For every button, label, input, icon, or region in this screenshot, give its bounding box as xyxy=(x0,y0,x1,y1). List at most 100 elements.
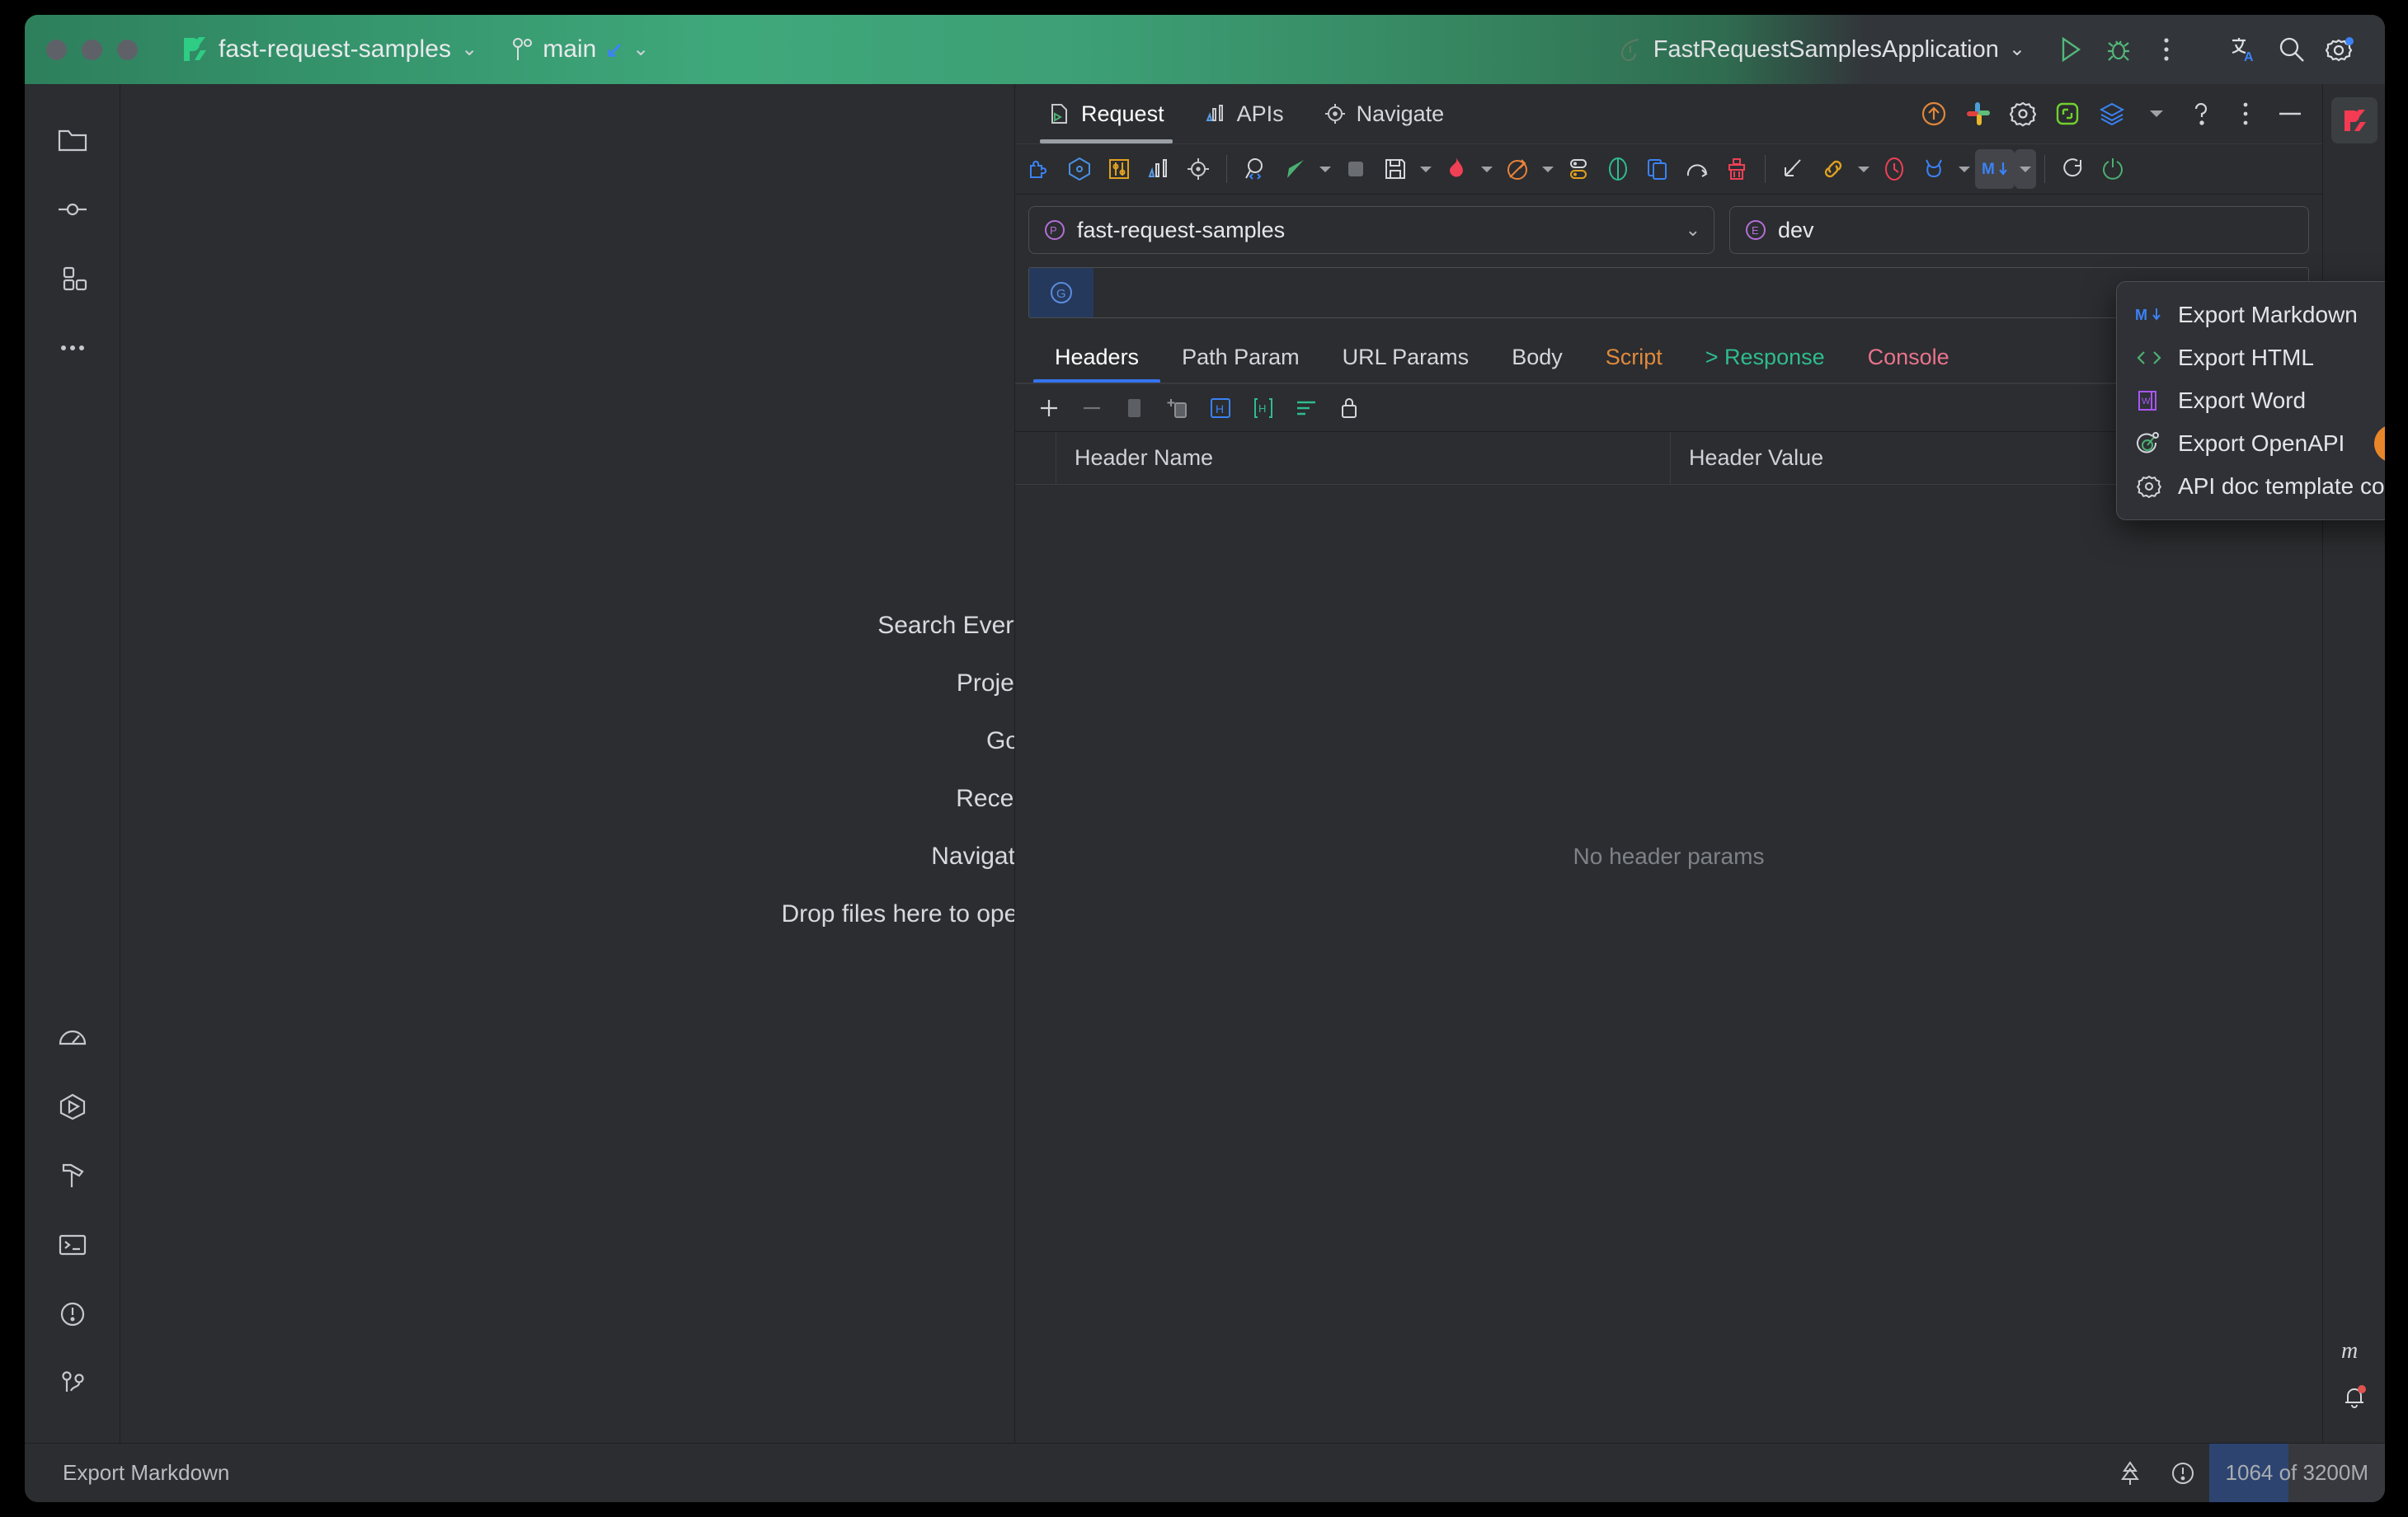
edit-row-icon[interactable] xyxy=(1116,389,1154,427)
import-icon[interactable] xyxy=(1774,149,1813,189)
sliders-icon[interactable] xyxy=(1099,149,1139,189)
format-icon[interactable] xyxy=(1287,389,1325,427)
chevron-down-icon[interactable] xyxy=(1476,149,1498,189)
save-icon[interactable] xyxy=(1376,149,1415,189)
slack-icon[interactable] xyxy=(1958,93,1999,134)
bell-icon[interactable] xyxy=(2331,1374,2377,1420)
tab-apis[interactable]: APIs xyxy=(1184,84,1304,143)
chevron-down-icon[interactable] xyxy=(1415,149,1437,189)
more-vertical-icon[interactable] xyxy=(2225,93,2266,134)
chevron-down-icon[interactable] xyxy=(2136,93,2177,134)
tab-script[interactable]: Script xyxy=(1584,330,1684,384)
flame-icon[interactable] xyxy=(1437,149,1476,189)
sidebar-item-more[interactable] xyxy=(46,322,99,374)
fast-request-icon[interactable] xyxy=(2331,97,2377,143)
tab-response[interactable]: > Response xyxy=(1684,330,1846,384)
run-configuration-selector[interactable]: FastRequestSamplesApplication ⌄ xyxy=(1617,36,2025,63)
send-icon[interactable] xyxy=(1275,149,1315,189)
tab-body[interactable]: Body xyxy=(1490,330,1584,384)
menu-item-export-openapi[interactable]: Export OpenAPI 1 xyxy=(2117,422,2385,465)
run-button[interactable] xyxy=(2047,26,2095,73)
stop-icon[interactable] xyxy=(1336,149,1376,189)
chevron-down-icon[interactable]: ⌄ xyxy=(2009,40,2025,59)
column-header-name[interactable]: Header Name xyxy=(1056,432,1671,484)
copy-icon[interactable] xyxy=(1638,149,1677,189)
sidebar-item-run[interactable] xyxy=(46,1080,99,1133)
sidebar-item-project[interactable] xyxy=(46,114,99,167)
lock-icon[interactable] xyxy=(1330,389,1368,427)
maximize-window-button[interactable] xyxy=(117,40,138,60)
close-window-button[interactable] xyxy=(46,40,67,60)
header-group-icon[interactable]: H xyxy=(1244,389,1282,427)
no-cache-icon[interactable] xyxy=(1498,149,1537,189)
menu-item-api-doc-template-config[interactable]: API doc template config xyxy=(2117,465,2385,508)
code-search-icon[interactable] xyxy=(1235,149,1275,189)
sidebar-item-commit[interactable] xyxy=(46,183,99,236)
gear-icon[interactable] xyxy=(2002,93,2044,134)
tab-url-params[interactable]: URL Params xyxy=(1321,330,1491,384)
more-vertical-icon[interactable] xyxy=(2142,26,2190,73)
redo-icon[interactable] xyxy=(1677,149,1717,189)
help-icon[interactable] xyxy=(2180,93,2222,134)
tree-icon[interactable] xyxy=(2104,1444,2156,1503)
sidebar-item-profiler[interactable] xyxy=(46,1011,99,1064)
refresh-icon[interactable] xyxy=(2053,149,2093,189)
tab-navigate[interactable]: Navigate xyxy=(1304,84,1465,143)
chevron-down-icon[interactable] xyxy=(1853,149,1874,189)
tab-request[interactable]: Request xyxy=(1028,84,1184,143)
debug-button[interactable] xyxy=(2095,26,2142,73)
sidebar-item-problems[interactable] xyxy=(46,1288,99,1341)
chevron-down-icon[interactable]: ⌄ xyxy=(633,40,649,59)
environment-combo[interactable]: E dev xyxy=(1729,206,2309,254)
chart-bars-icon[interactable] xyxy=(1139,149,1178,189)
target-icon[interactable] xyxy=(1178,149,1218,189)
github-icon[interactable] xyxy=(1914,149,1954,189)
menu-item-export-html[interactable]: Export HTML xyxy=(2117,336,2385,379)
header-presets-icon[interactable]: H xyxy=(1202,389,1239,427)
sidebar-item-structure[interactable] xyxy=(46,252,99,305)
export-markdown-icon[interactable]: M xyxy=(1975,149,2015,189)
warning-circle-icon[interactable] xyxy=(2156,1444,2209,1503)
compass-icon[interactable] xyxy=(1598,149,1638,189)
sidebar-item-version-control[interactable] xyxy=(46,1357,99,1410)
chevron-down-icon[interactable]: ⌄ xyxy=(1686,219,1700,241)
window-controls[interactable] xyxy=(25,40,138,60)
project-combo[interactable]: P fast-request-samples ⌄ xyxy=(1028,206,1714,254)
expand-icon[interactable] xyxy=(2047,93,2088,134)
history-icon[interactable] xyxy=(1874,149,1914,189)
sidebar-item-terminal[interactable] xyxy=(46,1219,99,1271)
project-selector[interactable]: fast-request-samples ⌄ xyxy=(181,35,477,64)
update-arrow-icon[interactable]: ↙ xyxy=(605,37,623,63)
minimize-icon[interactable] xyxy=(2269,93,2311,134)
chevron-down-icon[interactable]: ⌄ xyxy=(461,40,477,59)
copy-row-icon[interactable] xyxy=(1159,389,1197,427)
upload-icon[interactable] xyxy=(1913,93,1954,134)
chevron-down-icon[interactable] xyxy=(1315,149,1336,189)
remove-row-icon[interactable] xyxy=(1073,389,1111,427)
clear-icon[interactable] xyxy=(1717,149,1757,189)
memory-indicator[interactable]: 1064 of 3200M xyxy=(2209,1444,2385,1503)
menu-item-export-word[interactable]: W Export Word xyxy=(2117,379,2385,422)
tab-path-param[interactable]: Path Param xyxy=(1160,330,1321,384)
link-icon[interactable] xyxy=(1813,149,1853,189)
sidebar-item-build[interactable] xyxy=(46,1149,99,1202)
tab-headers[interactable]: Headers xyxy=(1033,330,1160,384)
minimize-window-button[interactable] xyxy=(82,40,102,60)
chevron-down-icon[interactable] xyxy=(2015,149,2036,189)
hexagon-dot-icon[interactable] xyxy=(1060,149,1099,189)
power-icon[interactable] xyxy=(2093,149,2133,189)
plugin-icon[interactable] xyxy=(1020,149,1060,189)
menu-item-export-markdown[interactable]: M Export Markdown xyxy=(2117,294,2385,336)
search-icon[interactable] xyxy=(2268,26,2316,73)
translate-icon[interactable]: A xyxy=(2220,26,2268,73)
tab-console[interactable]: Console xyxy=(1846,330,1971,384)
gear-icon[interactable] xyxy=(2316,26,2363,73)
http-method-selector[interactable]: G xyxy=(1029,268,1093,317)
chevron-down-icon[interactable] xyxy=(1537,149,1559,189)
add-row-icon[interactable] xyxy=(1030,389,1068,427)
branch-selector[interactable]: main ↙ ⌄ xyxy=(512,35,649,63)
layers-icon[interactable] xyxy=(2091,93,2133,134)
chevron-down-icon[interactable] xyxy=(1954,149,1975,189)
maven-m-icon[interactable]: m xyxy=(2331,1327,2377,1374)
toggle-list-icon[interactable] xyxy=(1559,149,1598,189)
